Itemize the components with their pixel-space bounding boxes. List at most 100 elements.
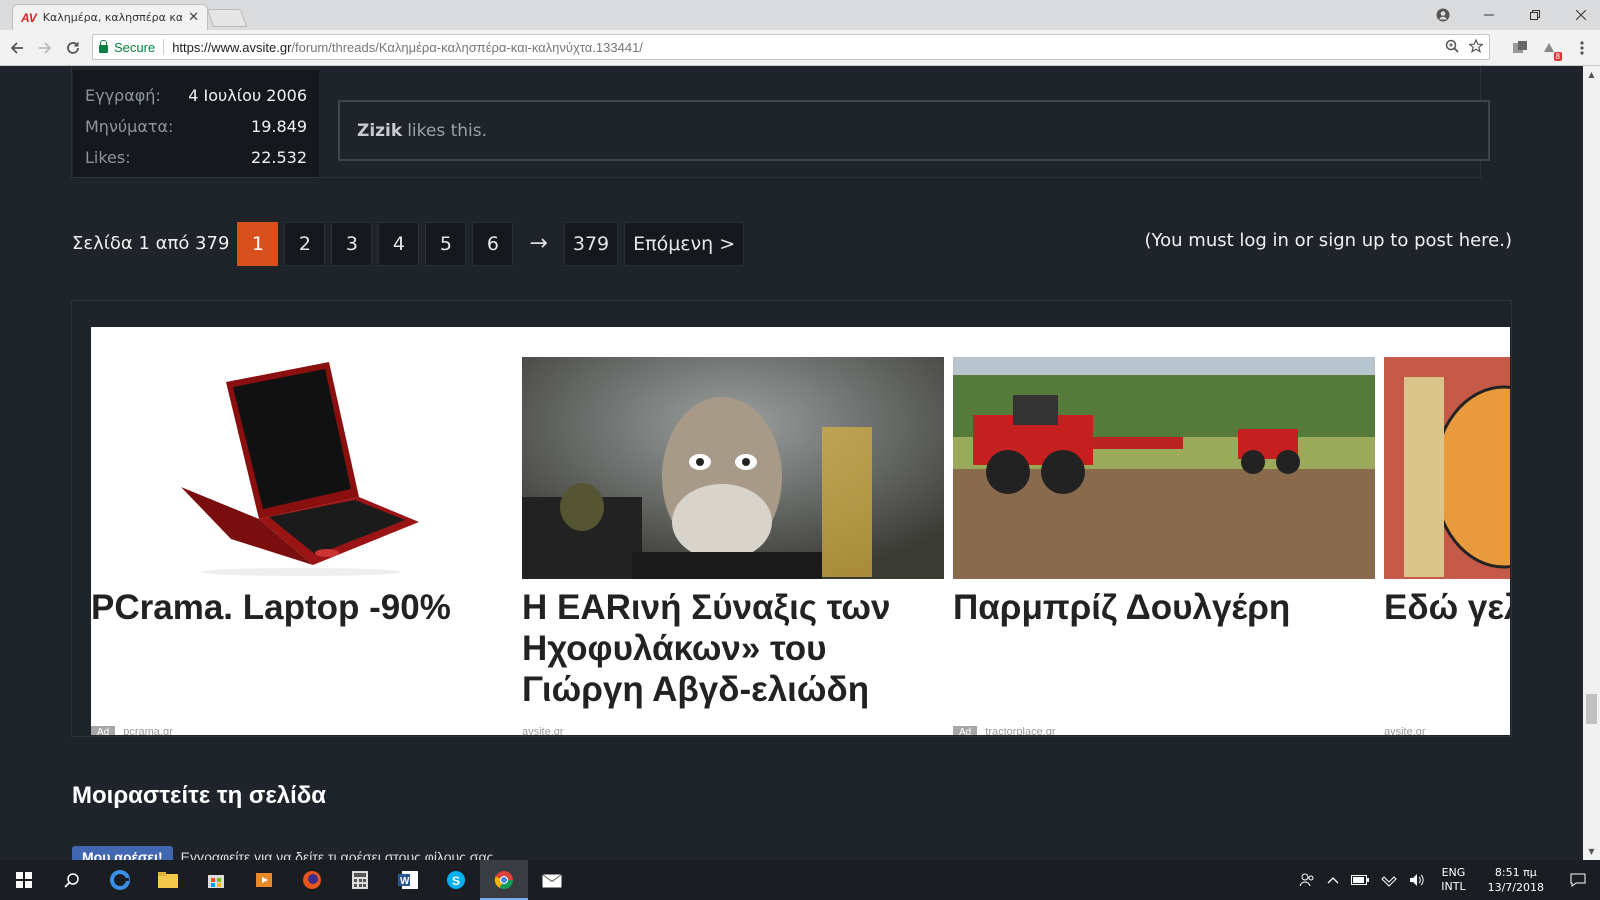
profile-icon[interactable] [1420,0,1466,30]
clock[interactable]: 8:51 πμ 13/7/2018 [1476,865,1556,895]
browser-toolbar: Secure https://www.avsite.gr/forum/threa… [0,30,1600,66]
reload-icon[interactable] [62,37,84,59]
info-row-messages: Μηνύματα: 19.849 [85,111,307,142]
browser-tab-bar: AV Καλημέρα, καλησπέρα και ✕ [0,0,1600,30]
laptop-ad-image[interactable] [91,357,513,579]
zoom-icon[interactable] [1445,39,1459,56]
likes-summary: Zizik likes this. [338,100,1490,161]
info-value: 19.849 [251,117,307,136]
ad-card-1[interactable]: PCrama. Laptop -90% Ad pcrama.gr [91,327,513,735]
page-scrollbar[interactable]: ▲ ▼ [1583,66,1600,860]
sponsored-content: PCrama. Laptop -90% Ad pcrama.gr Η EARιν… [91,327,1510,735]
chrome-icon[interactable] [480,860,528,900]
tractor-ad-image[interactable] [953,357,1375,579]
page-button-4[interactable]: 4 [378,221,420,266]
info-value: 4 Ιουλίου 2006 [188,86,307,105]
firefox-icon[interactable] [288,860,336,900]
store-icon[interactable] [192,860,240,900]
info-row-likes: Likes: 22.532 [85,142,307,173]
language-code: ENG [1441,866,1466,879]
info-row-joined: Εγγραφή: 4 Ιουλίου 2006 [85,80,307,111]
scroll-down-icon[interactable]: ▼ [1583,843,1600,860]
keyboard-layout: INTL [1441,880,1466,893]
windows-start-icon[interactable] [0,860,48,900]
media-player-icon[interactable] [240,860,288,900]
ad-card-4[interactable]: Εδώ γελ avsite.gr [1384,327,1510,735]
page-button-3[interactable]: 3 [331,221,373,266]
extension-badge: 8 [1553,52,1562,61]
ad-card-3[interactable]: Παρμπρίζ Δουλγέρη Ad tractorplace.gr [953,327,1375,735]
secure-label: Secure [114,39,156,55]
address-bar[interactable]: Secure https://www.avsite.gr/forum/threa… [92,34,1490,60]
tab-close-icon[interactable]: ✕ [188,10,199,25]
site-favicon-icon: AV [21,10,37,25]
ad-title[interactable]: Εδώ γελ [1384,587,1510,628]
page-button-1[interactable]: 1 [237,221,279,266]
portrait-article-image[interactable] [522,357,944,579]
skype-icon[interactable]: S [432,860,480,900]
user-info-panel: Εγγραφή: 4 Ιουλίου 2006 Μηνύματα: 19.849… [73,70,319,177]
extension-icon[interactable] [1510,38,1530,58]
likes-text: likes this. [407,120,488,141]
liker-username-link[interactable]: Zizik [357,121,402,141]
share-bar: Μου αρέσει! Εγγραφείτε για να δείτε τι α… [72,846,497,860]
svg-text:W: W [400,876,410,887]
ad-source: pcrama.gr [123,726,173,735]
next-page-button[interactable]: Επόμενη > [624,221,745,266]
share-page-title: Μοιραστείτε τη σελίδα [72,782,327,809]
login-note: (You must log in or sign up to post here… [1144,230,1512,251]
ad-source: avsite.gr [1384,726,1426,735]
taskbar: W S ENG INTL 8:51 πμ 13/7/2018 [0,860,1600,900]
restore-icon[interactable] [1512,0,1558,30]
page-skip-arrow: → [529,231,548,256]
ad-badge: Ad [953,725,978,735]
browser-tab[interactable]: AV Καλημέρα, καλησπέρα και ✕ [12,4,208,30]
share-text: Εγγραφείτε για να δείτε τι αρέσει στους … [180,849,498,860]
back-icon[interactable] [6,37,28,59]
page-button-6[interactable]: 6 [472,221,514,266]
file-explorer-icon[interactable] [144,860,192,900]
forward-icon[interactable] [34,37,56,59]
cartoon-article-image[interactable] [1384,357,1510,579]
language-indicator[interactable]: ENG INTL [1431,866,1475,894]
page-info: Σελίδα 1 από 379 [72,233,230,254]
ad-source: tractorplace.gr [985,726,1056,735]
mail-icon[interactable] [528,860,576,900]
bookmark-star-icon[interactable] [1468,37,1484,56]
menu-dots-icon[interactable] [1572,38,1592,58]
tray-expand-icon[interactable] [1321,875,1345,885]
lock-icon [99,39,108,53]
scroll-thumb[interactable] [1586,694,1597,724]
clock-time: 8:51 πμ [1494,866,1537,879]
pagination: Σελίδα 1 από 379 1 2 3 4 5 6 → 379 Επόμε… [72,221,745,266]
tab-title: Καλημέρα, καλησπέρα και [42,11,183,24]
ad-title[interactable]: PCrama. Laptop -90% [91,587,521,628]
page-viewport: Εγγραφή: 4 Ιουλίου 2006 Μηνύματα: 19.849… [0,66,1583,860]
page-button-last[interactable]: 379 [563,221,619,266]
scroll-up-icon[interactable]: ▲ [1583,66,1600,83]
word-icon[interactable]: W [384,860,432,900]
search-icon[interactable] [48,860,96,900]
url-path: /forum/threads/Καλημέρα-καλησπέρα-και-κα… [291,39,643,55]
notifications-extension-icon[interactable]: 8 [1540,38,1562,61]
action-center-icon[interactable] [1556,873,1600,887]
minimize-icon[interactable] [1466,0,1512,30]
calculator-icon[interactable] [336,860,384,900]
edge-browser-icon[interactable] [96,860,144,900]
page-button-2[interactable]: 2 [284,221,326,266]
info-label: Εγγραφή: [85,86,161,105]
ad-title[interactable]: Η EARινή Σύναξις των Ηχοφυλάκων» του Γιώ… [522,587,952,710]
new-tab-button[interactable] [206,9,248,27]
system-tray: ENG INTL 8:51 πμ 13/7/2018 [1293,860,1600,900]
ad-card-2[interactable]: Η EARινή Σύναξις των Ηχοφυλάκων» του Γιώ… [522,327,944,735]
url-host: https://www.avsite.gr [172,39,292,55]
people-icon[interactable] [1293,872,1321,888]
network-icon[interactable] [1375,873,1403,887]
ad-title[interactable]: Παρμπρίζ Δουλγέρη [953,587,1383,628]
page-button-5[interactable]: 5 [425,221,467,266]
facebook-like-button[interactable]: Μου αρέσει! [72,846,173,860]
volume-icon[interactable] [1403,873,1431,887]
battery-icon[interactable] [1345,875,1375,885]
info-label: Μηνύματα: [85,117,174,136]
close-window-icon[interactable] [1558,0,1600,30]
